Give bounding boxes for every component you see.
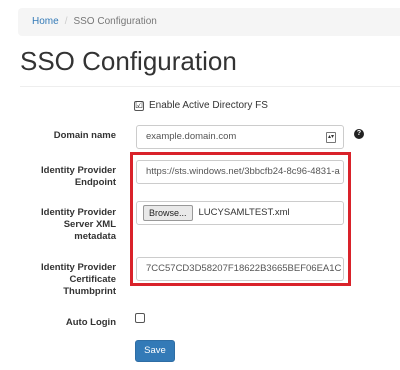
title-divider	[20, 86, 400, 87]
idp-thumbprint-label-line1: Identity Provider	[41, 262, 116, 273]
page-title: SSO Configuration	[20, 46, 237, 76]
breadcrumb-current: SSO Configuration	[73, 16, 157, 27]
idp-thumbprint-label: Identity Provider Certificate Thumbprint	[20, 262, 116, 298]
breadcrumb-home-link[interactable]: Home	[32, 16, 59, 27]
idp-metadata-label-line2: Server XML	[63, 219, 116, 230]
idp-endpoint-label: Identity Provider Endpoint	[20, 165, 116, 189]
enable-ad-fs-row: ☑ Enable Active Directory FS	[134, 100, 268, 111]
idp-metadata-label-line3: metadata	[74, 231, 116, 242]
breadcrumb: Home / SSO Configuration	[18, 8, 400, 36]
idp-endpoint-label-line1: Identity Provider	[41, 165, 116, 176]
idp-metadata-label: Identity Provider Server XML metadata	[20, 207, 116, 243]
domain-name-label: Domain name	[53, 130, 116, 141]
save-button[interactable]: Save	[135, 340, 175, 362]
stepper-icon[interactable]: ▴▾	[326, 132, 336, 143]
idp-endpoint-label-line2: Endpoint	[74, 177, 116, 188]
idp-thumbprint-label-line3: Thumbprint	[63, 286, 116, 297]
domain-name-input[interactable]: example.domain.com ▴▾	[136, 125, 344, 149]
idp-thumbprint-label-line2: Certificate	[69, 274, 116, 285]
domain-name-value: example.domain.com	[146, 131, 237, 142]
breadcrumb-separator: /	[64, 16, 68, 27]
auto-login-label: Auto Login	[65, 317, 116, 328]
enable-ad-fs-checkbox[interactable]: ☑	[134, 100, 144, 111]
enable-ad-fs-label: Enable Active Directory FS	[149, 100, 268, 111]
auto-login-checkbox[interactable]	[135, 313, 145, 323]
idp-metadata-label-line1: Identity Provider	[41, 207, 116, 218]
question-circle-icon[interactable]: ?	[354, 129, 364, 139]
highlight-box	[130, 152, 351, 286]
